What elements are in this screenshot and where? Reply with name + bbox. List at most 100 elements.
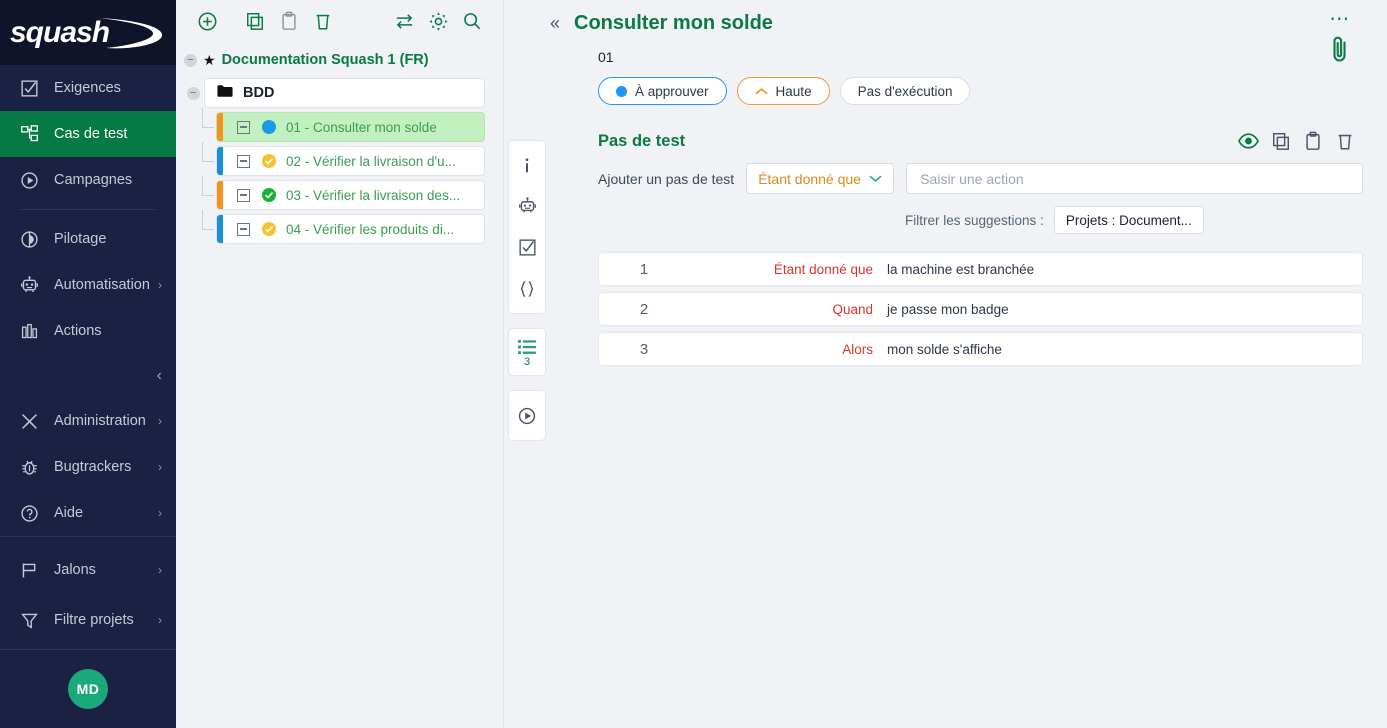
expand-toggle-icon[interactable] <box>237 155 250 168</box>
status-badge[interactable]: À approuver <box>598 77 727 105</box>
tree-item-row: 04 - Vérifier les produits di... <box>182 214 493 244</box>
paste-button[interactable] <box>272 6 306 36</box>
tree-item-04[interactable]: 04 - Vérifier les produits di... <box>216 214 485 244</box>
rail-group-execution <box>508 390 546 441</box>
tree-root-node[interactable]: − ★ Documentation Squash 1 (FR) <box>182 46 493 74</box>
braces-icon[interactable] <box>508 268 546 309</box>
main-content: « Consulter mon solde 01 À approuver Hau… <box>550 0 1387 728</box>
tree-panel: − ★ Documentation Squash 1 (FR) − BDD <box>176 0 504 728</box>
tree-item-label: 03 - Vérifier la livraison des... <box>286 188 460 203</box>
tree-folder-row: − BDD <box>182 78 493 108</box>
robot-icon[interactable] <box>508 186 546 227</box>
settings-button[interactable] <box>421 6 455 36</box>
tree-root-label: Documentation Squash 1 (FR) <box>222 52 429 68</box>
keyword-select[interactable]: Étant donné que <box>746 163 894 194</box>
title-row: « Consulter mon solde <box>550 12 1363 35</box>
rail-group-steps: 3 <box>508 328 546 376</box>
preview-eye-button[interactable] <box>1238 131 1259 151</box>
tree-body: − ★ Documentation Squash 1 (FR) − BDD <box>176 42 503 244</box>
tree-folder-bdd[interactable]: BDD <box>204 78 485 108</box>
tree-connector <box>202 214 216 244</box>
sidebar-item-automatisation[interactable]: Automatisation › <box>0 262 176 308</box>
action-input[interactable] <box>906 163 1363 194</box>
transfer-button[interactable] <box>387 6 421 36</box>
sidebar-item-label: Actions <box>54 323 102 339</box>
flag-icon <box>20 561 46 580</box>
sidebar-item-label: Exigences <box>54 80 121 96</box>
tree-item-02[interactable]: 02 - Vérifier la livraison d'u... <box>216 146 485 176</box>
sidebar-item-actions[interactable]: Actions <box>0 308 176 354</box>
collapse-toggle-icon[interactable]: − <box>187 87 200 100</box>
table-row[interactable]: 1 Étant donné que la machine est branché… <box>598 252 1363 286</box>
sidebar-item-cas-de-test[interactable]: Cas de test <box>0 111 176 157</box>
folder-label: BDD <box>243 85 274 101</box>
paste-button[interactable] <box>1303 131 1323 151</box>
rail-group-primary <box>508 140 546 314</box>
steps-list-icon[interactable]: 3 <box>508 333 546 371</box>
priority-badge[interactable]: Haute <box>737 77 830 105</box>
sidebar-item-filtre-projets[interactable]: Filtre projets › <box>0 597 176 643</box>
expand-toggle-icon[interactable] <box>237 223 250 236</box>
sidebar-item-pilotage[interactable]: Pilotage <box>0 216 176 262</box>
checkbox-icon[interactable] <box>508 227 546 268</box>
step-keyword: Quand <box>689 302 879 317</box>
chevron-right-icon: › <box>158 563 162 577</box>
ellipsis-icon[interactable]: ⋯ <box>1329 14 1351 24</box>
tree-item-label: 02 - Vérifier la livraison d'u... <box>286 154 456 169</box>
sidebar-item-exigences[interactable]: Exigences <box>0 65 176 111</box>
filter-project-chip[interactable]: Projets : Document... <box>1054 206 1204 234</box>
tree-connector <box>202 146 216 176</box>
sidebar-nav: Exigences Cas de test Campagnes <box>0 65 176 649</box>
test-case-reference: 01 <box>598 49 1363 65</box>
step-keyword: Étant donné que <box>689 262 879 277</box>
table-row[interactable]: 3 Alors mon solde s'affiche <box>598 332 1363 366</box>
tree-connector: − <box>182 87 204 100</box>
status-yellow-check-icon <box>262 154 276 168</box>
step-number: 2 <box>599 301 689 318</box>
play-circle-icon[interactable] <box>508 395 546 436</box>
status-badges: À approuver Haute Pas d'exécution <box>598 77 1363 105</box>
steps-section-title: Pas de test <box>598 132 685 151</box>
detail-tab-rail: 3 <box>504 0 550 728</box>
steps-list: 1 Étant donné que la machine est branché… <box>598 252 1363 366</box>
status-badge-label: À approuver <box>635 84 709 99</box>
expand-toggle-icon[interactable] <box>237 121 250 134</box>
add-button[interactable] <box>190 6 224 36</box>
delete-button[interactable] <box>1335 131 1355 151</box>
delete-button[interactable] <box>306 6 340 36</box>
chevron-right-icon: › <box>158 613 162 627</box>
double-chevron-left-icon[interactable]: « <box>550 13 560 34</box>
add-step-row: Ajouter un pas de test Étant donné que <box>598 163 1363 194</box>
step-number: 3 <box>599 341 689 358</box>
sidebar-item-label: Automatisation <box>54 277 150 293</box>
sidebar-item-label: Campagnes <box>54 172 132 188</box>
chevron-left-icon[interactable]: ‹ <box>157 367 162 385</box>
sidebar-item-campagnes[interactable]: Campagnes <box>0 157 176 203</box>
sidebar-item-label: Pilotage <box>54 231 106 247</box>
logo-area[interactable]: squash <box>0 0 176 65</box>
sidebar-item-bugtrackers[interactable]: Bugtrackers › <box>0 444 176 490</box>
search-button[interactable] <box>455 6 489 36</box>
table-row[interactable]: 2 Quand je passe mon badge <box>598 292 1363 326</box>
execution-badge-label: Pas d'exécution <box>858 84 953 99</box>
sidebar-item-administration[interactable]: Administration › <box>0 398 176 444</box>
information-icon[interactable] <box>508 145 546 186</box>
tree-item-01[interactable]: 01 - Consulter mon solde <box>216 112 485 142</box>
chevron-down-icon <box>869 172 882 186</box>
collapse-toggle-icon[interactable]: − <box>184 54 197 67</box>
checkbox-icon <box>20 79 46 98</box>
copy-button[interactable] <box>1271 131 1291 151</box>
steps-section: Pas de test Ajouter <box>598 131 1363 366</box>
paperclip-icon[interactable] <box>1329 34 1351 69</box>
sidebar-item-aide[interactable]: Aide › <box>0 490 176 536</box>
execution-badge[interactable]: Pas d'exécution <box>840 77 971 105</box>
copy-button[interactable] <box>238 6 272 36</box>
sidebar: squash Exigences Cas de test <box>0 0 176 728</box>
chevron-right-icon: › <box>158 460 162 474</box>
keyword-select-value: Étant donné que <box>758 171 869 187</box>
item-color-bar <box>217 147 223 175</box>
expand-toggle-icon[interactable] <box>237 189 250 202</box>
avatar[interactable]: MD <box>68 669 108 709</box>
sidebar-item-jalons[interactable]: Jalons › <box>0 547 176 593</box>
tree-item-03[interactable]: 03 - Vérifier la livraison des... <box>216 180 485 210</box>
